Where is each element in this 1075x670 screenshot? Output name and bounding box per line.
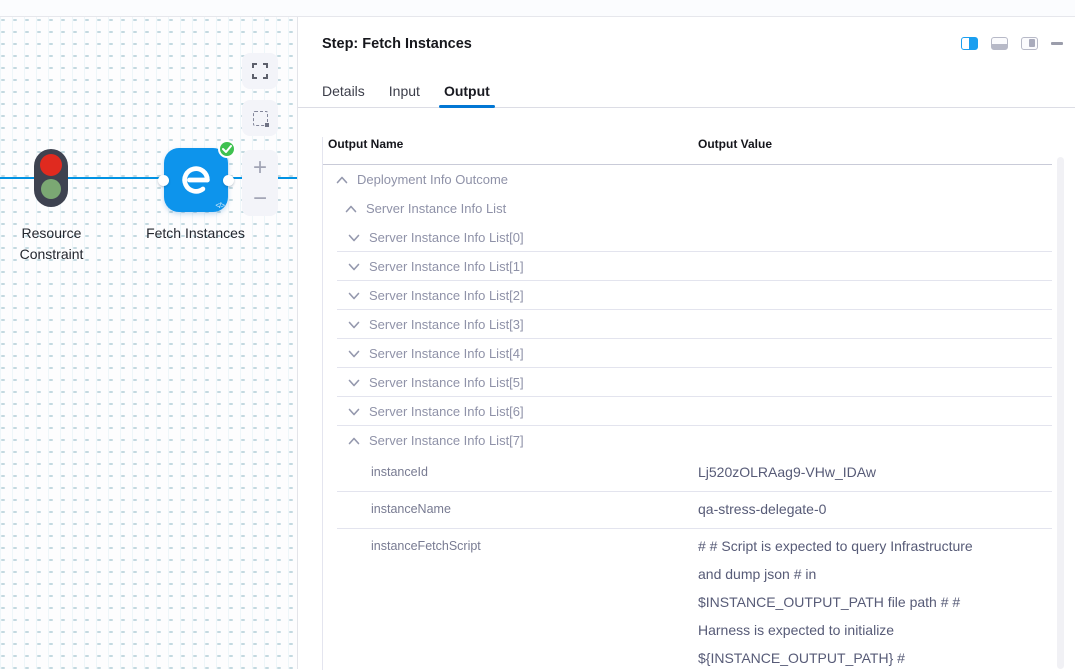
page-title: Step: Fetch Instances xyxy=(298,17,1075,52)
tab-input[interactable]: Input xyxy=(389,83,420,99)
column-output-value: Output Value xyxy=(698,137,1052,151)
node-port-in[interactable] xyxy=(158,175,169,186)
output-table-header: Output Name Output Value xyxy=(323,137,1052,165)
output-group-label: Server Instance Info List xyxy=(366,201,506,216)
step-details-panel: Step: Fetch Instances Details Input Outp… xyxy=(298,17,1075,669)
step-tabs: Details Input Output xyxy=(298,83,1075,108)
output-tree-row[interactable]: Server Instance Info List[3] xyxy=(323,310,1052,339)
node-port-out[interactable] xyxy=(223,175,234,186)
output-key: instanceFetchScript xyxy=(323,532,698,560)
output-tree-row[interactable]: Server Instance Info List[6] xyxy=(323,397,1052,426)
tab-output[interactable]: Output xyxy=(444,83,490,99)
node-label-fetch-instances: Fetch Instances xyxy=(114,223,277,244)
output-group-label: Server Instance Info List[6] xyxy=(369,404,524,419)
output-group-label: Server Instance Info List[5] xyxy=(369,375,524,390)
output-tree-row[interactable]: Server Instance Info List[0] xyxy=(323,223,1052,252)
column-output-name: Output Name xyxy=(323,137,698,151)
zoom-out-button[interactable]: − xyxy=(242,183,278,214)
output-tree-row[interactable]: Server Instance Info List[1] xyxy=(323,252,1052,281)
output-table: Output Name Output Value Deployment Info… xyxy=(322,137,1052,670)
zoom-controls: + − xyxy=(242,150,278,216)
output-tree-row[interactable]: Server Instance Info List[2] xyxy=(323,281,1052,310)
zoom-in-button[interactable]: + xyxy=(242,152,278,183)
output-group-label: Server Instance Info List[0] xyxy=(369,230,524,245)
traffic-light-icon xyxy=(33,148,69,208)
output-tree-row[interactable]: Server Instance Info List[5] xyxy=(323,368,1052,397)
output-group-label: Deployment Info Outcome xyxy=(357,172,508,187)
output-group-label: Server Instance Info List[4] xyxy=(369,346,524,361)
chevron-icon[interactable] xyxy=(348,321,360,329)
dock-bottom-view-icon[interactable] xyxy=(991,37,1008,50)
output-group-label: Server Instance Info List[1] xyxy=(369,259,524,274)
chevron-icon[interactable] xyxy=(348,350,360,358)
split-right-view-icon[interactable] xyxy=(961,37,978,50)
node-fetch-instances[interactable]: </> xyxy=(164,148,228,212)
chevron-icon[interactable] xyxy=(348,408,360,416)
pipeline-canvas[interactable]: </> Resource Constraint Fetch Instances … xyxy=(0,17,298,669)
node-resource-constraint[interactable] xyxy=(33,148,69,208)
output-group-label: Server Instance Info List[7] xyxy=(369,433,524,448)
chevron-icon[interactable] xyxy=(336,176,348,184)
output-rows: Deployment Info Outcome Server Instance … xyxy=(323,165,1052,670)
chevron-icon[interactable] xyxy=(348,263,360,271)
output-tree-row[interactable]: Server Instance Info List[7] xyxy=(323,426,1052,455)
node-label-resource-constraint: Resource Constraint xyxy=(0,223,103,265)
output-kv-row: instanceFetchScript # # Script is expect… xyxy=(323,529,1052,670)
output-key: instanceId xyxy=(323,458,698,486)
dock-overlay-view-icon[interactable] xyxy=(1021,37,1038,50)
output-group-label: Server Instance Info List[2] xyxy=(369,288,524,303)
top-strip xyxy=(0,0,1075,17)
fullscreen-button[interactable] xyxy=(242,53,278,89)
output-tree-row[interactable]: Server Instance Info List xyxy=(323,194,1052,223)
marquee-select-icon xyxy=(253,111,268,126)
panel-scrollbar[interactable] xyxy=(1057,157,1064,669)
output-value: Lj520zOLRAag9-VHw_IDAw xyxy=(698,458,998,486)
chevron-icon[interactable] xyxy=(348,234,360,242)
output-group-label: Server Instance Info List[3] xyxy=(369,317,524,332)
chevron-icon[interactable] xyxy=(348,292,360,300)
output-tree-row[interactable]: Deployment Info Outcome xyxy=(323,165,1052,194)
output-value: # # Script is expected to query Infrastr… xyxy=(698,532,998,670)
output-value: qa-stress-delegate-0 xyxy=(698,495,998,523)
fullscreen-icon xyxy=(252,63,268,79)
output-tree-row[interactable]: Server Instance Info List[4] xyxy=(323,339,1052,368)
marquee-select-button[interactable] xyxy=(242,100,278,136)
minimize-icon[interactable] xyxy=(1051,42,1063,45)
chevron-icon[interactable] xyxy=(348,437,360,445)
output-kv-row: instanceName qa-stress-delegate-0 xyxy=(323,492,1052,529)
success-check-icon xyxy=(218,140,236,158)
chevron-icon[interactable] xyxy=(348,379,360,387)
tab-details[interactable]: Details xyxy=(322,83,365,99)
custom-deployment-icon xyxy=(179,163,213,197)
chevron-icon[interactable] xyxy=(345,205,357,213)
output-kv-row: instanceId Lj520zOLRAag9-VHw_IDAw xyxy=(323,455,1052,492)
code-icon: </> xyxy=(215,201,224,210)
panel-view-controls xyxy=(961,37,1063,50)
output-key: instanceName xyxy=(323,495,698,523)
